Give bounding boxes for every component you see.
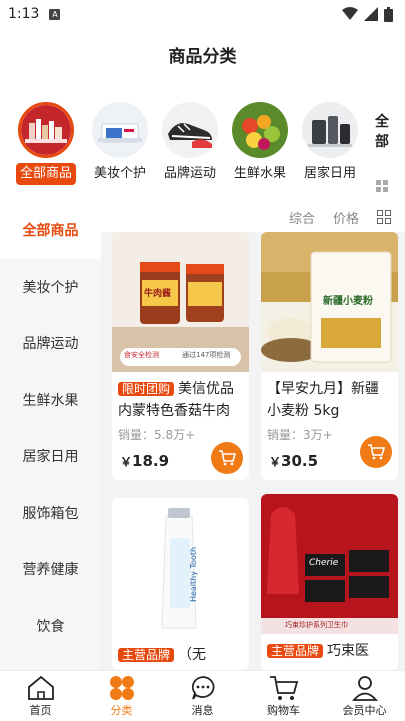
- category-label: 全部商品: [15, 163, 76, 185]
- product-image-brand: Healthy Tooth: [189, 546, 199, 603]
- wifi-icon: [342, 7, 358, 20]
- product-title: 限时团购美信优品 内蒙特色香菇牛肉酱: [112, 372, 249, 424]
- product-tag: 主营品牌: [118, 648, 175, 662]
- user-icon: [351, 676, 378, 701]
- tab-label: 会员中心: [342, 704, 387, 717]
- product-image: Healthy Tooth: [112, 498, 249, 638]
- tab-label: 消息: [191, 704, 214, 717]
- sort-comprehensive[interactable]: 综合: [289, 208, 315, 227]
- cosmetics-image: [92, 102, 148, 158]
- category-label: 品牌运动: [163, 166, 216, 181]
- message-icon: [191, 676, 214, 700]
- price-symbol: ￥: [269, 455, 282, 469]
- sort-price[interactable]: 价格: [333, 208, 359, 227]
- product-title: 主营品牌 （无: [112, 638, 249, 670]
- product-card[interactable]: 牛肉酱 食安全检测 通过147项检测 限时团购美信优品 内蒙特色香菇牛肉酱 销量…: [112, 232, 249, 480]
- page-title: 商品分类: [168, 46, 237, 67]
- all-products-image: [18, 102, 74, 158]
- sidebar-item-fresh[interactable]: 生鲜水果: [0, 372, 101, 429]
- layout-toggle-icon[interactable]: [377, 210, 391, 224]
- product-title: 【早安九月】新疆小麦粉 5kg: [261, 372, 398, 424]
- battery-icon: [384, 6, 393, 22]
- cart-icon: [269, 676, 298, 700]
- product-name: （无: [178, 647, 207, 663]
- category-sports[interactable]: 品牌运动: [156, 102, 224, 185]
- tab-home[interactable]: 首页: [0, 671, 81, 721]
- product-tag: 主营品牌: [267, 644, 324, 658]
- cart-icon: [368, 444, 385, 460]
- product-price: ￥30.5: [269, 452, 318, 470]
- price-symbol: ￥: [120, 455, 133, 469]
- tab-member[interactable]: 会员中心: [324, 671, 405, 721]
- status-bar: 1:13 A: [0, 0, 405, 28]
- product-title: 主营品牌 巧束医: [261, 634, 398, 670]
- tab-message[interactable]: 消息: [162, 671, 243, 721]
- add-to-cart-button[interactable]: [211, 442, 243, 474]
- product-name: 巧束医: [327, 643, 370, 659]
- category-icon: [109, 676, 134, 700]
- signal-icon: [364, 7, 378, 21]
- tab-label: 购物车: [267, 704, 300, 717]
- product-image: Cherie 巧束珍护系列卫生巾: [261, 494, 398, 634]
- category-all[interactable]: 全部商品: [12, 102, 80, 185]
- price-value: 18.9: [132, 452, 170, 470]
- product-image-brand: 牛肉酱: [144, 289, 172, 299]
- category-home[interactable]: 居家日用: [296, 102, 364, 185]
- category-sidebar: 全部商品 美妆个护 品牌运动 生鲜水果 居家日用 服饰箱包 营养健康 饮食: [0, 202, 101, 670]
- tab-label: 首页: [29, 704, 52, 717]
- product-tag: 限时团购: [118, 382, 175, 396]
- sneakers-image: [162, 102, 218, 158]
- product-image: 新疆小麦粉: [261, 232, 398, 372]
- product-image-brand: 新疆小麦粉: [323, 296, 373, 307]
- tab-cart[interactable]: 购物车: [243, 671, 324, 721]
- product-image: 牛肉酱 食安全检测 通过147项检测: [112, 232, 249, 372]
- appliances-image: [302, 102, 358, 158]
- category-fresh[interactable]: 生鲜水果: [226, 102, 294, 185]
- product-image-banner2: 通过147项检测: [182, 351, 231, 359]
- tab-label: 分类: [110, 704, 133, 717]
- product-card[interactable]: Healthy Tooth 主营品牌 （无: [112, 498, 249, 670]
- content-area: 全部商品 美妆个护 品牌运动 生鲜水果 居家日用 服饰箱包 营养健康 饮食 综合…: [0, 202, 405, 670]
- sidebar-item-apparel[interactable]: 服饰箱包: [0, 485, 101, 542]
- sort-bar: 综合 价格: [101, 202, 405, 232]
- tab-category[interactable]: 分类: [81, 671, 162, 721]
- product-image-brand: Cherie: [309, 558, 339, 568]
- category-label: 美妆个护: [93, 166, 146, 181]
- all-categories-button[interactable]: 全部: [370, 112, 394, 152]
- sidebar-item-all[interactable]: 全部商品: [0, 202, 101, 259]
- product-card[interactable]: 新疆小麦粉 【早安九月】新疆小麦粉 5kg 销量：3万+ ￥30.5: [261, 232, 398, 480]
- product-price: ￥18.9: [120, 452, 169, 470]
- product-image-banner: 食安全检测: [124, 351, 159, 359]
- category-label: 居家日用: [303, 166, 356, 181]
- category-strip: 全部商品 美妆个护 品牌运动 生鲜水果 居家日用 全部: [0, 80, 405, 202]
- product-image-banner: 巧束珍护系列卫生巾: [285, 621, 348, 629]
- product-card[interactable]: Cherie 巧束珍护系列卫生巾 主营品牌 巧束医: [261, 494, 398, 670]
- home-icon: [27, 675, 54, 700]
- category-cosmetics[interactable]: 美妆个护: [86, 102, 154, 185]
- status-time: 1:13: [8, 6, 40, 22]
- fruits-image: [232, 102, 288, 158]
- sidebar-item-food[interactable]: 饮食: [0, 598, 101, 655]
- sidebar-item-home[interactable]: 居家日用: [0, 428, 101, 485]
- category-label: 生鲜水果: [233, 166, 286, 181]
- sidebar-item-health[interactable]: 营养健康: [0, 541, 101, 598]
- cart-icon: [219, 450, 236, 466]
- sidebar-item-cosmetics[interactable]: 美妆个护: [0, 259, 101, 316]
- price-value: 30.5: [281, 452, 319, 470]
- product-area: 综合 价格 牛肉酱 食安全检测 通过147项检测 限时团购 美信优品 内蒙特色香…: [101, 202, 405, 670]
- sidebar-item-sports[interactable]: 品牌运动: [0, 315, 101, 372]
- product-name: 【早安九月】新疆小麦粉 5kg: [267, 381, 379, 419]
- status-icons: [342, 6, 393, 22]
- add-to-cart-button[interactable]: [360, 436, 392, 468]
- notification-a-icon: A: [49, 8, 61, 20]
- bottom-tab-bar: 首页 分类 消息 购物车 会员中心: [0, 670, 405, 721]
- grid-view-icon[interactable]: [376, 180, 388, 192]
